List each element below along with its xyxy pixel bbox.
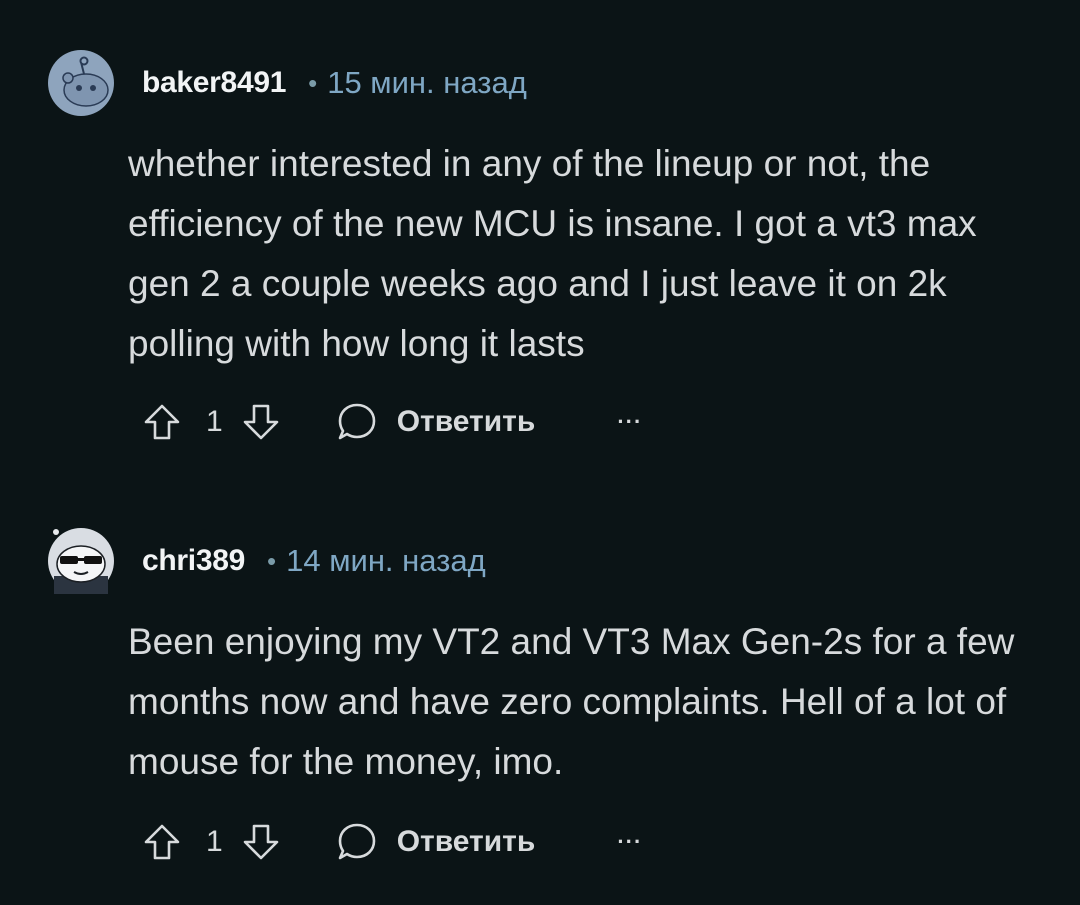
reply-button[interactable]: Ответить <box>335 400 536 444</box>
upvote-arrow-icon <box>144 404 180 440</box>
username[interactable]: chri389 <box>142 544 245 578</box>
separator-dot: • <box>308 67 318 98</box>
downvote-arrow-icon <box>243 824 278 860</box>
comment-body: Been enjoying my VT2 and VT3 Max Gen-2s … <box>128 621 1015 782</box>
downvote-button[interactable] <box>239 400 283 444</box>
snoo-avatar-icon <box>48 50 114 116</box>
comment-body: whether interested in any of the lineup … <box>128 143 977 364</box>
upvote-button[interactable] <box>140 820 184 864</box>
comment-bubble-icon <box>338 823 375 860</box>
reply-button[interactable]: Ответить <box>335 820 536 864</box>
comment-header: baker8491 • 15 мин. назад <box>48 48 527 118</box>
avatar[interactable] <box>48 528 114 594</box>
vote-score: 1 <box>206 825 223 858</box>
reply-label: Ответить <box>396 825 536 858</box>
vote-score: 1 <box>206 405 223 438</box>
more-options-button[interactable]: ··· <box>617 829 642 855</box>
timestamp: 15 мин. назад <box>327 65 527 100</box>
downvote-button[interactable] <box>239 820 283 864</box>
comment-bubble-icon <box>338 403 375 440</box>
username[interactable]: baker8491 <box>142 66 286 100</box>
timestamp: 14 мин. назад <box>286 543 486 578</box>
upvote-arrow-icon <box>144 824 180 860</box>
comment-header: chri389 • 14 мин. назад <box>48 526 486 596</box>
more-options-button[interactable]: ··· <box>617 409 642 435</box>
separator-dot: • <box>266 545 277 576</box>
downvote-arrow-icon <box>243 404 278 440</box>
comment-actions: 1 Ответить ··· <box>140 392 642 452</box>
avatar[interactable] <box>48 50 114 116</box>
reply-label: Ответить <box>396 405 536 438</box>
comment-actions: 1 Ответить ··· <box>140 812 642 872</box>
upvote-button[interactable] <box>140 400 184 444</box>
snoo-sunglasses-avatar-icon <box>48 528 114 594</box>
